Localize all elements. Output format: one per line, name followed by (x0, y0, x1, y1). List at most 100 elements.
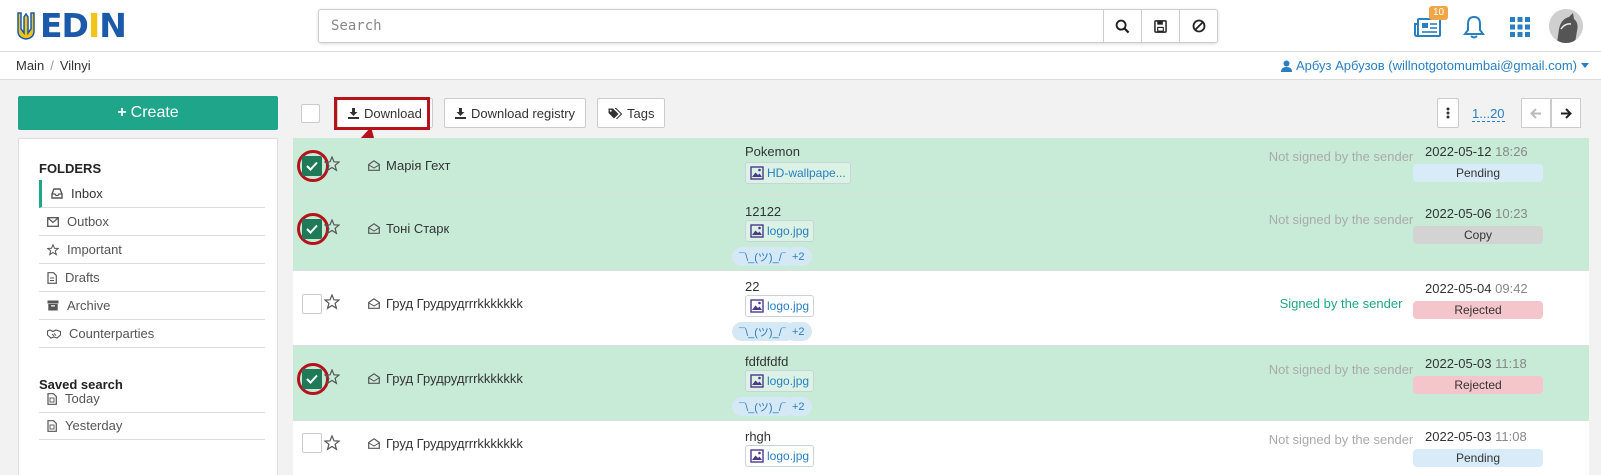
sidebar-item-label: Drafts (65, 270, 100, 285)
sidebar-item-label: Important (67, 242, 122, 257)
document-date: 2022-05-03 11:08 (1425, 429, 1527, 444)
sidebar-item-outbox[interactable]: Outbox (39, 208, 265, 236)
table-row[interactable]: Тоні Старк 12122 logo.jpg ¯\_(ツ)_/¯ +2 N… (293, 196, 1589, 271)
save-search-button[interactable] (1141, 10, 1179, 42)
sidebar-item-important[interactable]: Important (39, 236, 265, 264)
date-value: 2022-05-03 (1425, 429, 1492, 444)
star-icon[interactable] (324, 369, 340, 385)
tag-more-pill[interactable]: +2 (785, 247, 812, 266)
attachment-chip[interactable]: logo.jpg (745, 295, 815, 317)
vertical-dots-icon (1446, 107, 1450, 119)
notifications-button[interactable] (1459, 12, 1489, 42)
document-subject[interactable]: 22 (745, 279, 759, 294)
clear-search-button[interactable] (1179, 10, 1217, 42)
document-subject[interactable]: rhgh (745, 429, 771, 444)
star-icon[interactable] (324, 219, 340, 235)
top-bar: EDIN 10 (0, 0, 1601, 52)
table-row[interactable]: Груд Грудрудrrrkkkkkkk 22 logo.jpg ¯\_(ツ… (293, 271, 1589, 346)
document-subject[interactable]: 12122 (745, 204, 781, 219)
search-bar (318, 9, 1218, 43)
sidebar-item-archive[interactable]: Archive (39, 292, 265, 320)
document-subject[interactable]: fdfdfdfd (745, 354, 788, 369)
user-name: Арбуз Арбузов (willnotgotomumbai@gmail.c… (1295, 58, 1577, 73)
star-icon (47, 243, 59, 256)
breadcrumb-main[interactable]: Main (16, 58, 44, 73)
check-icon (306, 161, 318, 171)
pager-options-button[interactable] (1437, 98, 1459, 128)
trident-icon (17, 12, 35, 40)
table-row[interactable]: Марія Гехт Pokemon HD-wallpape... Not si… (293, 138, 1589, 196)
status-badge: Pending (1413, 449, 1543, 467)
row-checkbox[interactable] (302, 219, 322, 239)
handshake-icon (47, 328, 61, 339)
previous-page-button[interactable] (1521, 98, 1551, 128)
sidebar-item-drafts[interactable]: Drafts (39, 264, 265, 292)
user-icon (1280, 60, 1292, 72)
search-input[interactable] (319, 10, 1103, 42)
breadcrumb-bar: Main / Vilnyi Арбуз Арбузов (willnotgotomu… (0, 52, 1601, 80)
plus-icon: + (117, 104, 127, 121)
file-icon (47, 271, 57, 284)
date-value: 2022-05-03 (1425, 356, 1492, 371)
time-value: 11:18 (1495, 356, 1527, 371)
saved-search-yesterday[interactable]: Yesterday (39, 412, 265, 440)
status-badge: Pending (1413, 164, 1543, 182)
sender: Тоні Старк (368, 221, 449, 236)
star-icon[interactable] (324, 294, 340, 310)
attachment-chip[interactable]: HD-wallpape... (745, 162, 851, 184)
saved-search-today[interactable]: Today (39, 385, 265, 413)
avatar[interactable] (1549, 9, 1583, 43)
inbox-icon (51, 188, 63, 199)
tag-more-pill[interactable]: +2 (785, 397, 812, 416)
sender-name: Марія Гехт (386, 158, 451, 173)
download-registry-button[interactable]: Download registry (444, 98, 587, 128)
document-subject[interactable]: Pokemon (745, 144, 800, 159)
status-badge: Rejected (1413, 376, 1543, 394)
image-file-icon (750, 374, 764, 388)
envelope-open-icon (368, 223, 380, 234)
search-button[interactable] (1103, 10, 1141, 42)
sidebar-item-inbox[interactable]: Inbox (39, 180, 265, 208)
attachment-chip[interactable]: logo.jpg (745, 220, 815, 242)
row-checkbox[interactable] (302, 156, 322, 176)
create-button[interactable]: + Create (18, 96, 278, 130)
sidebar: FOLDERS Inbox Outbox Important Drafts Ar… (18, 138, 278, 475)
star-icon[interactable] (324, 435, 340, 451)
logo-text: EDIN (40, 6, 127, 45)
image-file-icon (750, 449, 764, 463)
pager-range[interactable]: 1...20 (1472, 106, 1505, 122)
edin-logo[interactable]: EDIN (16, 6, 127, 45)
sender: Груд Грудрудrrrkkkkkkk (368, 371, 523, 386)
notification-badge: 10 (1429, 6, 1449, 20)
table-row[interactable]: Груд Грудрудrrrkkkkkkk fdfdfdfd logo.jpg… (293, 346, 1589, 421)
attachment-chip[interactable]: logo.jpg (745, 370, 815, 392)
image-file-icon (750, 299, 764, 313)
floppy-icon (1154, 19, 1167, 33)
tags-button[interactable]: Tags (597, 98, 666, 128)
tag-more-pill[interactable]: +2 (785, 322, 812, 341)
news-button[interactable]: 10 (1413, 6, 1449, 42)
attachment-chip[interactable]: logo.jpg (745, 445, 815, 467)
row-checkbox[interactable] (302, 369, 322, 389)
sidebar-item-counterparties[interactable]: Counterparties (39, 320, 265, 348)
date-value: 2022-05-06 (1425, 206, 1492, 221)
apps-button[interactable] (1505, 12, 1535, 42)
breadcrumb-current: Vilnyi (59, 58, 91, 73)
calendar-icon (47, 392, 57, 405)
sender: Марія Гехт (368, 158, 450, 173)
row-checkbox[interactable] (302, 294, 322, 314)
calendar-icon (47, 419, 57, 432)
select-all-checkbox[interactable] (301, 104, 320, 123)
user-menu[interactable]: Арбуз Арбузов (willnotgotomumbai@gmail.c… (1280, 58, 1589, 73)
next-page-button[interactable] (1551, 98, 1581, 128)
table-row[interactable]: Груд Грудрудrrrkkkkkkk rhgh logo.jpg Not… (293, 421, 1589, 475)
star-icon[interactable] (324, 156, 340, 172)
sender: Груд Грудрудrrrkkkkkkk (368, 296, 523, 311)
attachment-name: HD-wallpape... (767, 166, 846, 180)
image-file-icon (750, 224, 764, 238)
row-checkbox[interactable] (302, 433, 322, 453)
ban-icon (1192, 19, 1205, 33)
date-value: 2022-05-12 (1425, 144, 1492, 159)
sender-name: Груд Грудрудrrrkkkkkkk (386, 436, 523, 451)
signature-status: Not signed by the sender (1268, 362, 1414, 377)
